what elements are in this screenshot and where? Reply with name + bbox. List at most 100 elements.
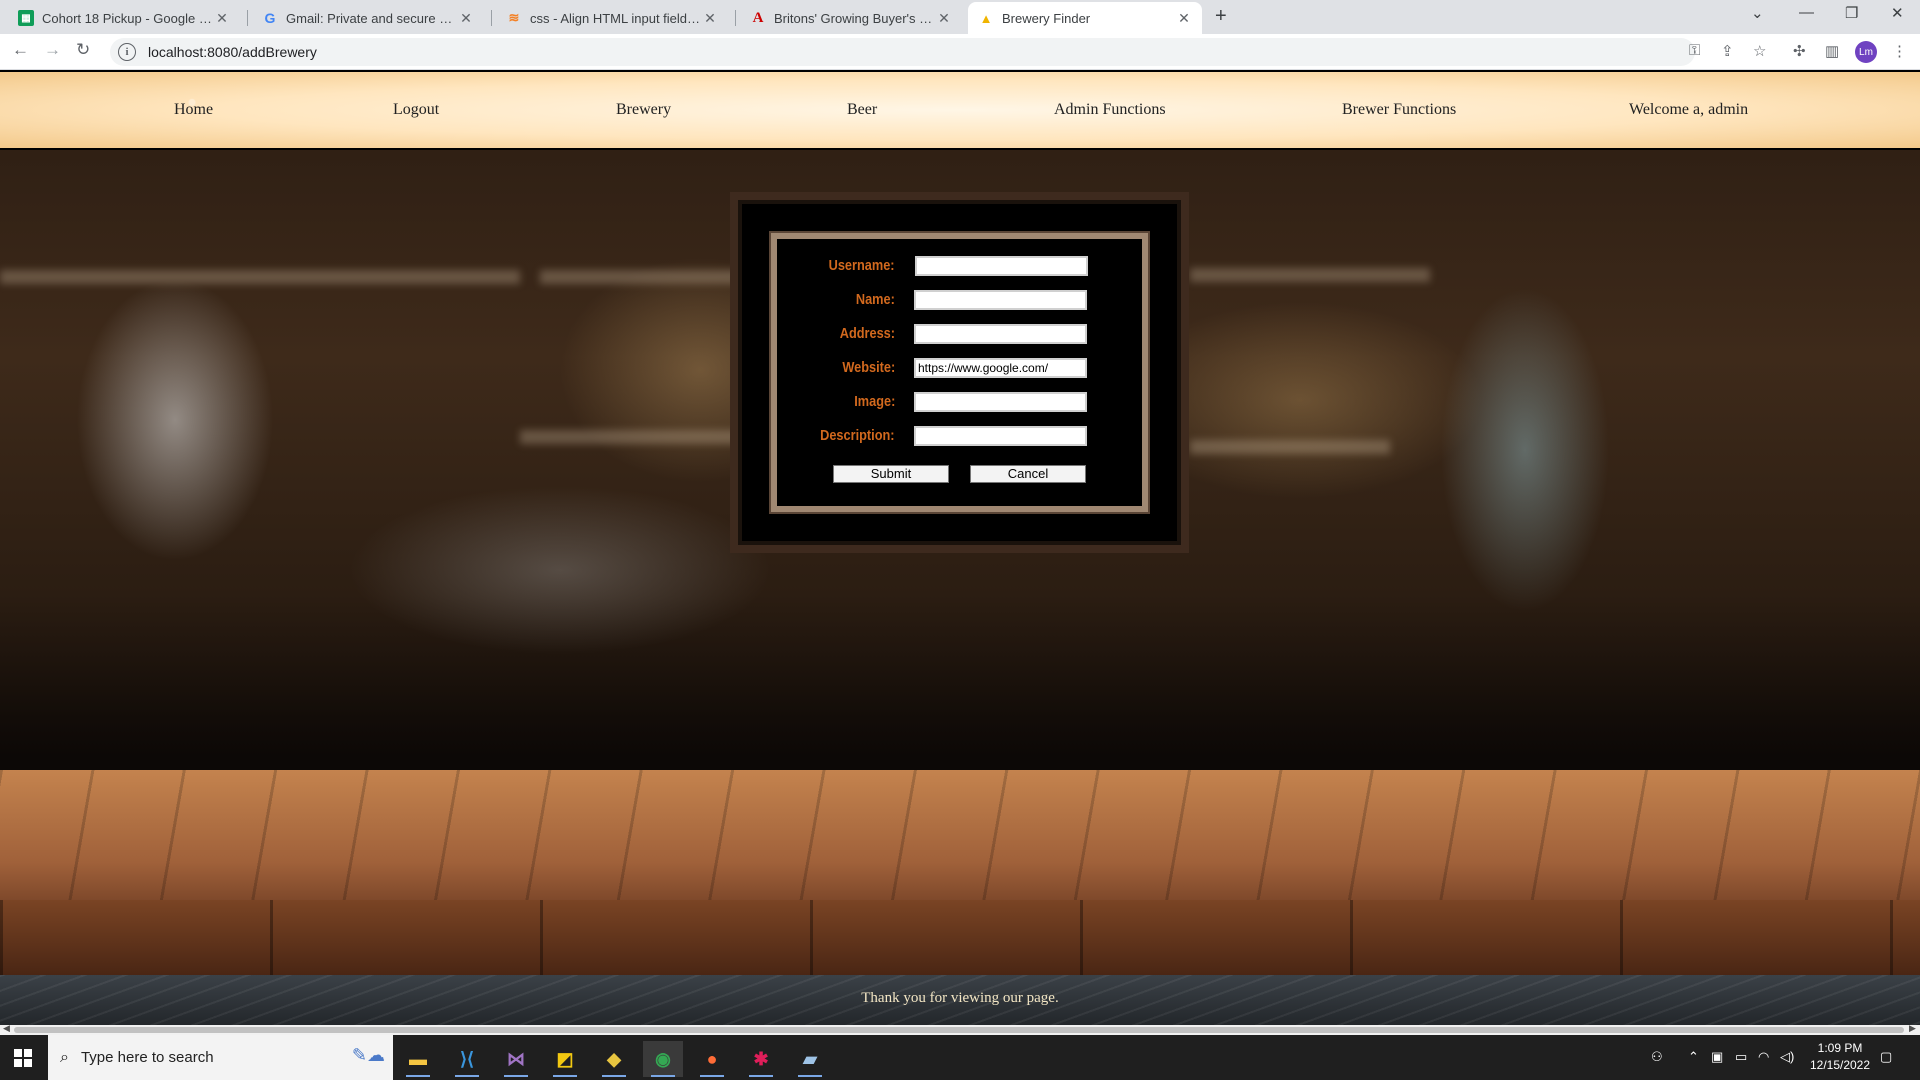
tab-separator [735, 10, 736, 26]
notifications-icon[interactable]: ▢ [1880, 1049, 1892, 1065]
tab-gmail[interactable]: G Gmail: Private and secure email at no … [252, 2, 484, 34]
extensions-icon[interactable]: ✣ [1793, 42, 1806, 60]
menu-kebab-icon[interactable]: ⋮ [1892, 42, 1907, 60]
bookmark-star-icon[interactable]: ☆ [1753, 42, 1766, 60]
description-row: Description: [777, 426, 1142, 448]
volume-icon[interactable]: ◁) [1780, 1049, 1794, 1065]
slack-icon[interactable]: ✱ [741, 1041, 781, 1077]
browser-toolbar: ← → ↻ i localhost:8080/addBrewery ⚿ ⇪ ☆ … [0, 34, 1920, 70]
site-navigation: Home Logout Brewery Beer Admin Functions… [0, 70, 1920, 150]
nav-logout-link[interactable]: Logout [393, 101, 439, 119]
close-icon[interactable]: ✕ [214, 10, 230, 27]
notes-app-icon[interactable]: ▰ [790, 1041, 830, 1077]
tab-title: Gmail: Private and secure email at no co… [286, 10, 458, 26]
profile-avatar[interactable]: Lm [1855, 41, 1877, 63]
add-brewery-form-frame: Username: Name: Address: Website: Image:… [730, 192, 1189, 553]
window-close-icon[interactable]: ✕ [1891, 4, 1904, 22]
forward-icon[interactable]: → [44, 40, 61, 60]
cancel-button[interactable]: Cancel [970, 465, 1086, 483]
close-icon[interactable]: ✕ [936, 10, 952, 27]
add-brewery-form: Username: Name: Address: Website: Image:… [771, 233, 1148, 512]
git-kraken-icon[interactable]: ◆ [594, 1041, 634, 1077]
site-footer: Thank you for viewing our page. [0, 975, 1920, 1025]
username-input[interactable] [915, 256, 1088, 276]
scroll-right-arrow-icon[interactable]: ▶ [1909, 1023, 1916, 1034]
horizontal-scrollbar[interactable]: ◀ ▶ [0, 1023, 1920, 1035]
file-explorer-icon[interactable]: ▬ [398, 1041, 438, 1077]
search-icon: ⌕ [60, 1048, 69, 1066]
welcome-text: Welcome a, admin [1629, 101, 1749, 118]
postman-icon[interactable]: ● [692, 1041, 732, 1077]
windows-taskbar: ⌕ Type here to search ✎☁ ▬ ⟩⟨ ⋈ ◩ ◆ ◉ ● … [0, 1035, 1920, 1080]
tab-separator [247, 10, 248, 26]
image-label: Image: [853, 393, 895, 410]
vscode-icon[interactable]: ⟩⟨ [447, 1041, 487, 1077]
name-input[interactable] [914, 290, 1087, 310]
nav-home-link[interactable]: Home [174, 101, 213, 119]
restore-icon[interactable]: ❐ [1845, 4, 1858, 22]
tab-google-sheets[interactable]: ▦ Cohort 18 Pickup - Google Sheets ✕ [8, 2, 240, 34]
tab-title: Cohort 18 Pickup - Google Sheets [42, 10, 214, 26]
image-row: Image: [777, 392, 1142, 414]
visual-studio-icon[interactable]: ⋈ [496, 1041, 536, 1077]
beer-icon: ▲ [979, 10, 993, 26]
taskbar-search-placeholder: Type here to search [80, 1049, 214, 1066]
tab-separator [491, 10, 492, 26]
shelf-glow [1190, 440, 1390, 454]
back-icon[interactable]: ← [12, 40, 29, 60]
people-icon[interactable]: ⚇ [1651, 1049, 1663, 1065]
submit-button[interactable]: Submit [833, 465, 949, 483]
tab-brewery-finder[interactable]: ▲ Brewery Finder ✕ [968, 2, 1202, 34]
url-text: localhost:8080/addBrewery [148, 44, 317, 60]
nav-beer-link[interactable]: Beer [847, 101, 877, 119]
scroll-left-arrow-icon[interactable]: ◀ [3, 1023, 10, 1034]
nav-brewer-functions-link[interactable]: Brewer Functions [1342, 101, 1456, 119]
tray-chevron-up-icon[interactable]: ⌃ [1688, 1049, 1699, 1065]
address-input[interactable] [914, 324, 1087, 344]
tab-search-icon[interactable]: ⌄ [1751, 4, 1764, 22]
close-icon[interactable]: ✕ [458, 10, 474, 27]
minimize-icon[interactable]: — [1799, 4, 1814, 21]
new-tab-icon[interactable]: + [1215, 5, 1227, 28]
search-highlight-icon: ✎☁ [351, 1045, 385, 1065]
address-row: Address: [777, 324, 1142, 346]
tab-stackoverflow[interactable]: ≋ css - Align HTML input fields by : ✕ [496, 2, 728, 34]
stackoverflow-icon: ≋ [508, 10, 520, 25]
address-bar[interactable]: i localhost:8080/addBrewery [110, 38, 1695, 66]
google-icon: G [264, 10, 276, 26]
browser-tab-strip: ▦ Cohort 18 Pickup - Google Sheets ✕ G G… [0, 0, 1920, 34]
description-input[interactable] [914, 426, 1087, 446]
reload-icon[interactable]: ↻ [76, 40, 90, 60]
taskbar-search-box[interactable]: ⌕ Type here to search ✎☁ [48, 1035, 393, 1080]
tab-title: Britons' Growing Buyer's Remorse [774, 10, 936, 26]
meet-now-icon[interactable]: ▣ [1711, 1049, 1723, 1065]
share-icon[interactable]: ⇪ [1721, 42, 1734, 60]
password-key-icon[interactable]: ⚿ [1689, 42, 1700, 59]
sticky-notes-icon[interactable]: ◩ [545, 1041, 585, 1077]
windows-start-icon[interactable] [14, 1049, 32, 1067]
website-input[interactable] [914, 358, 1087, 378]
tab-title: css - Align HTML input fields by : [530, 10, 702, 26]
tab-atlantic[interactable]: A Britons' Growing Buyer's Remorse ✕ [740, 2, 962, 34]
website-label: Website: [842, 359, 895, 376]
username-row: Username: [777, 256, 1142, 278]
name-row: Name: [777, 290, 1142, 312]
taskbar-clock[interactable]: 1:09 PM 12/15/2022 [1800, 1040, 1880, 1074]
description-label: Description: [820, 427, 895, 444]
site-info-icon[interactable]: i [118, 43, 136, 61]
scrollbar-thumb[interactable] [14, 1027, 1904, 1033]
side-panel-icon[interactable]: ▥ [1825, 42, 1839, 60]
image-input[interactable] [914, 392, 1087, 412]
close-icon[interactable]: ✕ [702, 10, 718, 27]
close-icon[interactable]: ✕ [1176, 10, 1192, 27]
chrome-icon[interactable]: ◉ [643, 1041, 683, 1077]
atlantic-icon: A [752, 9, 764, 26]
address-label: Address: [839, 325, 895, 342]
battery-icon[interactable]: ▭ [1735, 1049, 1747, 1065]
username-label: Username: [829, 257, 895, 274]
nav-brewery-link[interactable]: Brewery [616, 101, 671, 119]
nav-admin-functions-link[interactable]: Admin Functions [1054, 101, 1166, 119]
wifi-icon[interactable]: ◠ [1758, 1049, 1769, 1065]
sheets-icon: ▦ [18, 10, 34, 26]
wooden-table-edge [0, 900, 1920, 975]
